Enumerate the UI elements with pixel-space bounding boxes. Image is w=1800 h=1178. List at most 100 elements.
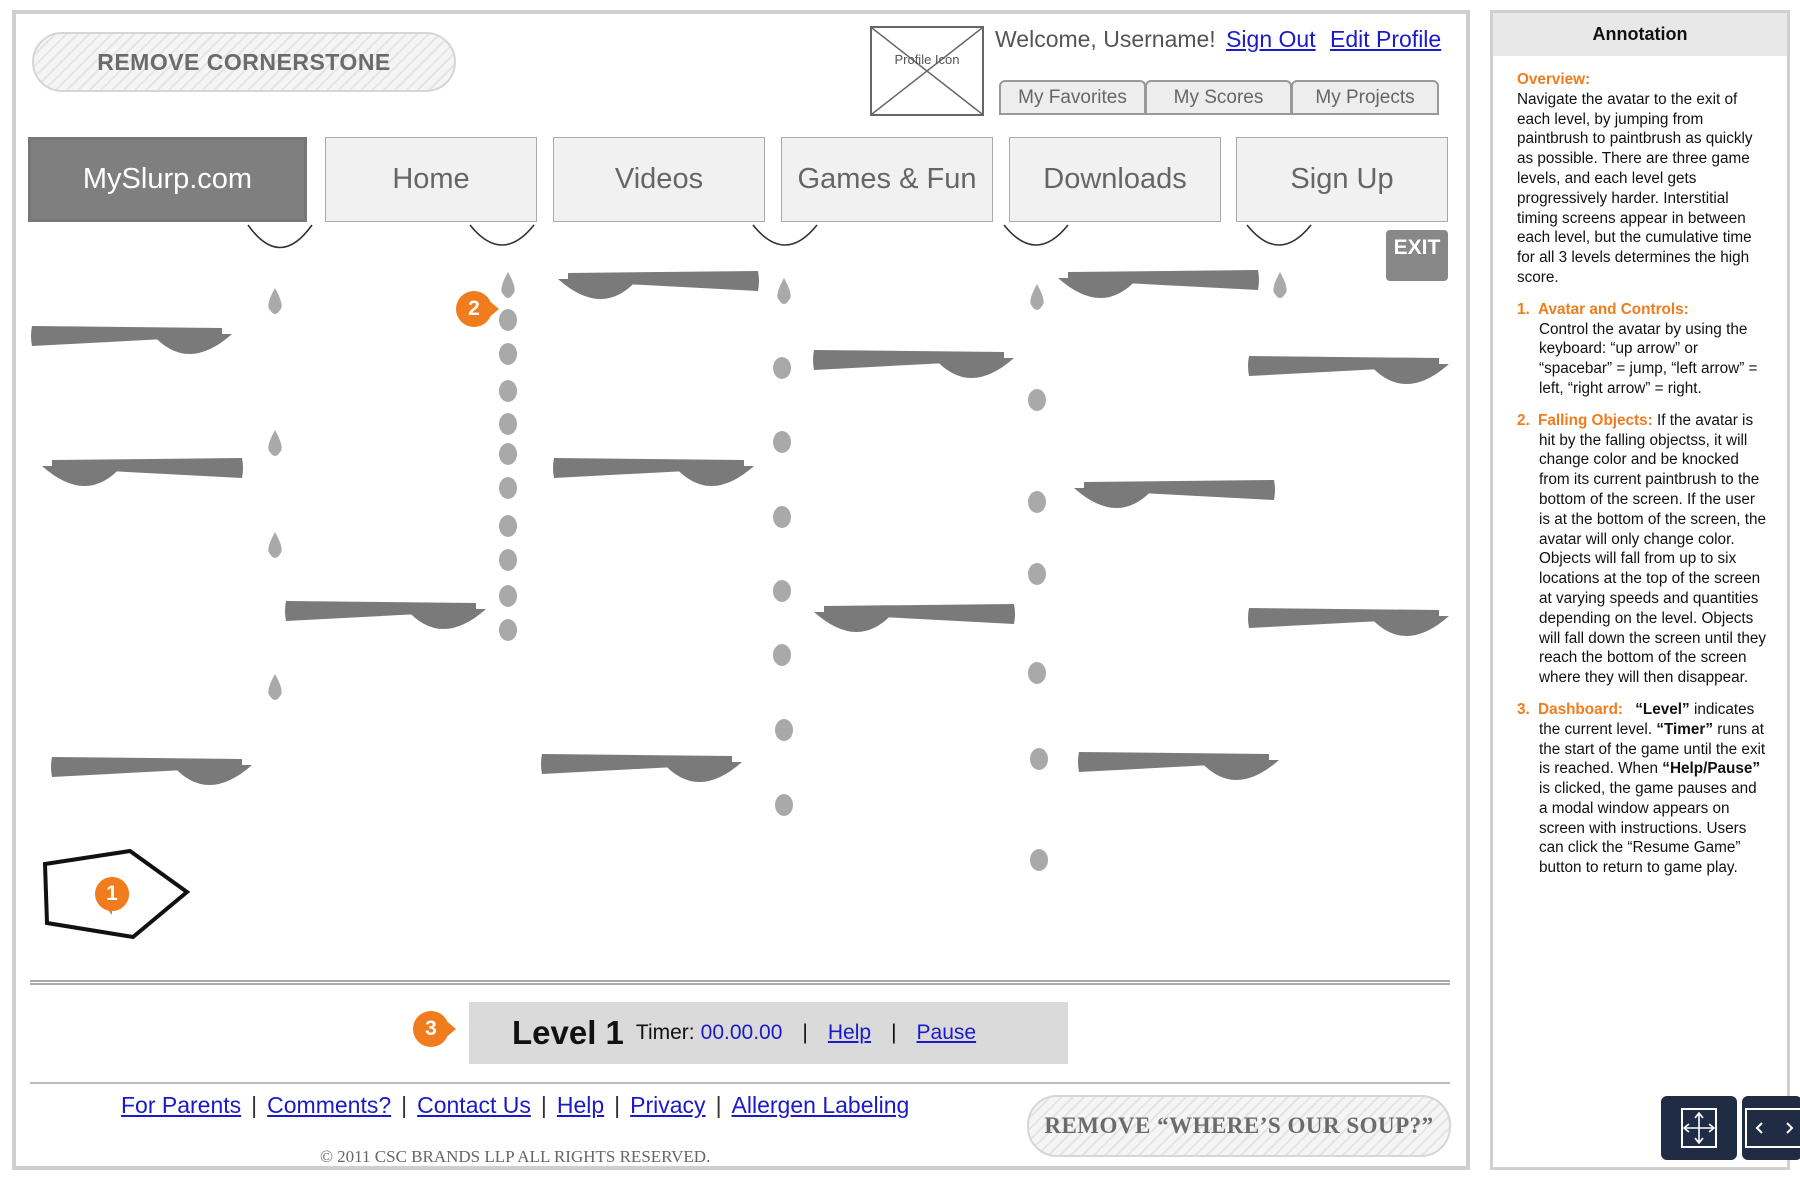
annotation-section-3: 3. Dashboard: “Level” indicates the curr… — [1517, 700, 1769, 878]
section-title: Dashboard: — [1538, 700, 1624, 718]
paintbrush-platform — [42, 458, 243, 486]
prev-next-buttons[interactable] — [1742, 1096, 1800, 1160]
annotation-badge-1: 1 — [93, 875, 131, 915]
falling-drop — [499, 380, 517, 402]
falling-drop — [268, 288, 282, 314]
section-text: Control the avatar by using the keyboard… — [1539, 320, 1758, 397]
falling-drop — [773, 357, 791, 379]
falling-drop — [773, 506, 791, 528]
copyright-notice: © 2011 CSC BRANDS LLP ALL RIGHTS RESERVE… — [320, 1147, 711, 1166]
timer-value: 00.00.00 — [700, 1021, 783, 1044]
footer-links: For Parents | Comments? | Contact Us | Help | Pr… — [121, 1092, 909, 1119]
falling-drop — [499, 619, 517, 641]
level-indicator: Level 1 — [512, 1014, 624, 1051]
falling-drop — [1030, 284, 1044, 310]
falling-drop — [268, 430, 282, 456]
remove-wheres-our-soup-banner[interactable]: REMOVE “WHERE’S OUR SOUP?” — [1027, 1095, 1451, 1157]
dashboard-separator: | — [802, 1021, 808, 1044]
badge-number: 3 — [425, 1017, 437, 1040]
paintbrush-platform — [31, 326, 232, 354]
dashboard-separator: | — [891, 1021, 897, 1044]
footer-separator: | — [401, 1092, 408, 1118]
paintbrush-platform — [553, 458, 754, 486]
annotation-body: Overview: Navigate the avatar to the exi… — [1493, 56, 1787, 878]
falling-drop — [499, 585, 517, 607]
dashboard-pause-link[interactable]: Pause — [917, 1021, 977, 1045]
section-number: 1. — [1517, 300, 1530, 318]
footer-separator: | — [614, 1092, 621, 1118]
spawn-cup — [1003, 224, 1069, 246]
chevron-left-right-icon — [1745, 1108, 1800, 1148]
footer-divider — [30, 1082, 1450, 1084]
falling-drop — [775, 794, 793, 816]
annotation-badge-3: 3 — [412, 1010, 456, 1048]
spawn-cup — [1246, 224, 1312, 246]
falling-drop — [1030, 748, 1048, 770]
term-level: “Level” — [1635, 700, 1690, 718]
falling-drop — [1028, 491, 1046, 513]
falling-drop — [499, 309, 517, 331]
falling-drop — [1030, 849, 1048, 871]
section-number: 2. — [1517, 411, 1530, 429]
paintbrush-platform — [558, 271, 759, 299]
footer-separator: | — [715, 1092, 722, 1118]
falling-drop — [499, 515, 517, 537]
footer-link-privacy[interactable]: Privacy — [630, 1092, 705, 1118]
spawn-cup — [752, 224, 818, 246]
badge-number: 1 — [106, 882, 118, 905]
falling-drop — [268, 674, 282, 700]
section-title: Falling Objects: — [1538, 411, 1653, 429]
section-number: 3. — [1517, 700, 1530, 718]
paintbrush-platform — [1074, 480, 1275, 508]
overview-title: Overview: — [1517, 71, 1591, 88]
dashboard-divider — [30, 980, 1450, 985]
section-text: If the avatar is hit by the falling obje… — [1539, 411, 1767, 687]
annotation-section-1: 1. Avatar and Controls: Control the avat… — [1517, 300, 1769, 399]
term-timer: “Timer” — [1656, 720, 1714, 738]
paintbrush-platform — [51, 757, 252, 785]
paintbrush-platform — [813, 350, 1014, 378]
paintbrush-platform — [1058, 270, 1259, 298]
game-dashboard: Level 1 Timer: 00.00.00 | Help | Pause — [469, 1002, 1068, 1064]
falling-drop — [1028, 563, 1046, 585]
footer-separator: | — [540, 1092, 547, 1118]
spawn-cup — [469, 224, 535, 246]
timer-label: Timer: — [635, 1021, 695, 1044]
paintbrush-platform — [285, 601, 486, 629]
falling-drop — [773, 431, 791, 453]
badge-number: 2 — [468, 297, 480, 320]
falling-drop — [499, 443, 517, 465]
falling-drop — [499, 413, 517, 435]
spawn-cup — [247, 224, 313, 249]
falling-drop — [499, 549, 517, 571]
annotation-badge-2: 2 — [455, 290, 499, 328]
falling-drop — [777, 278, 791, 304]
falling-drop — [268, 532, 282, 558]
section-text: is clicked, the game pauses and a modal … — [1539, 780, 1757, 877]
falling-drop — [501, 272, 515, 298]
paintbrush-platform — [1078, 752, 1279, 780]
annotation-panel: Annotation Overview: Navigate the avatar… — [1490, 10, 1790, 1170]
footer-link-contact-us[interactable]: Contact Us — [417, 1092, 531, 1118]
falling-drop — [773, 580, 791, 602]
footer-link-allergen-labeling[interactable]: Allergen Labeling — [732, 1092, 910, 1118]
falling-drop — [499, 477, 517, 499]
paintbrush-platform — [814, 604, 1015, 632]
paintbrush-platform — [1248, 356, 1449, 384]
annotation-section-2: 2. Falling Objects: If the avatar is hit… — [1517, 411, 1769, 688]
falling-drop — [1028, 389, 1046, 411]
falling-drop — [775, 719, 793, 741]
section-title: Avatar and Controls: — [1538, 300, 1689, 318]
footer-link-help[interactable]: Help — [557, 1092, 604, 1118]
paintbrush-platform — [1248, 608, 1449, 636]
falling-drop — [1273, 272, 1287, 298]
footer-separator: | — [251, 1092, 258, 1118]
fullscreen-button[interactable] — [1661, 1096, 1737, 1160]
exit-button[interactable]: EXIT — [1386, 230, 1448, 281]
dashboard-help-link[interactable]: Help — [828, 1021, 871, 1045]
section-text: When — [1618, 760, 1659, 778]
annotation-overview: Overview: Navigate the avatar to the exi… — [1517, 70, 1769, 288]
footer-link-for-parents[interactable]: For Parents — [121, 1092, 241, 1118]
fullscreen-icon — [1681, 1108, 1717, 1148]
footer-link-comments[interactable]: Comments? — [267, 1092, 391, 1118]
